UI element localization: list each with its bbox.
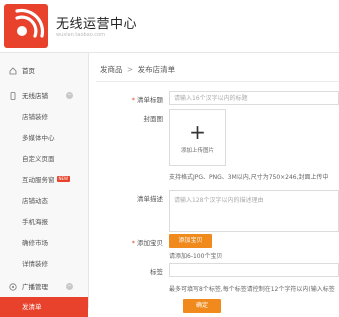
- sidebar: 首页 无线店铺 − 店铺装修 多媒体中心 自定义页面 互动服务窗 NEW 店铺动态…: [0, 53, 89, 317]
- broadcast-icon: [9, 283, 17, 291]
- new-badge: NEW: [56, 176, 70, 182]
- plus-icon: +: [189, 120, 206, 144]
- required-mark: *: [131, 96, 135, 104]
- title-label: * 清单标题: [101, 94, 163, 104]
- sidebar-item-label: 确修市场: [22, 239, 48, 247]
- sidebar-item-home[interactable]: 首页: [0, 61, 88, 81]
- sidebar-item-label: 自定义页面: [22, 155, 55, 163]
- collapse-toggle-icon[interactable]: −: [66, 92, 73, 99]
- sidebar-item-label-wrap: 互动服务窗 NEW: [22, 170, 70, 190]
- sidebar-item-label: 手机海报: [22, 218, 48, 226]
- sidebar-item-interactive-service[interactable]: 互动服务窗 NEW: [0, 170, 88, 190]
- phone-icon: [10, 92, 16, 100]
- upload-label: 添加上传图片: [180, 148, 214, 154]
- sidebar-item-label: 无线店铺: [22, 92, 48, 100]
- breadcrumb-current: 发布店清单: [137, 65, 176, 74]
- desc-textarea[interactable]: 请输入128个汉字以内的描述理由: [169, 190, 339, 232]
- title-label-text: 清单标题: [137, 96, 163, 104]
- items-label: * 添加宝贝: [101, 237, 163, 247]
- sidebar-item-post-list[interactable]: 发清单: [0, 297, 88, 317]
- home-icon: [9, 67, 17, 75]
- sidebar-item-market[interactable]: 确修市场: [0, 233, 88, 253]
- sidebar-item-label: 店铺装修: [22, 113, 48, 121]
- cover-upload-box[interactable]: + 添加上传图片: [169, 109, 226, 166]
- sidebar-item-shop-decoration[interactable]: 店铺装修: [0, 107, 88, 127]
- title-input[interactable]: 请输入16个汉字以内的标题: [169, 91, 339, 105]
- divider: [96, 81, 339, 82]
- app-subtitle: wuxian.taobao.com: [56, 32, 105, 38]
- wifi-logo-icon: [15, 8, 45, 38]
- sidebar-item-label: 广播管理: [22, 283, 48, 291]
- sidebar-item-media-center[interactable]: 多媒体中心: [0, 128, 88, 148]
- cover-hint: 支持格式JPG、PNG、3M以内,尺寸为750×246,封面上传中: [169, 174, 329, 181]
- sidebar-item-label: 发清单: [22, 303, 42, 311]
- app-title: 无线运营中心: [56, 17, 138, 32]
- items-hint: 请添加6-100个宝贝: [169, 253, 223, 260]
- items-label-text: 添加宝贝: [137, 239, 163, 247]
- sidebar-item-detail-decoration[interactable]: 详情装修: [0, 254, 88, 274]
- cover-label: 封面图: [143, 115, 164, 123]
- sidebar-item-label: 首页: [22, 67, 35, 75]
- breadcrumb-parent[interactable]: 发商品: [100, 65, 123, 74]
- sidebar-item-shop-news[interactable]: 店铺动态: [0, 191, 88, 211]
- sidebar-item-broadcast[interactable]: 广播管理 −: [0, 277, 88, 297]
- sidebar-item-label: 多媒体中心: [22, 134, 55, 142]
- tags-input[interactable]: [169, 263, 339, 277]
- sidebar-item-custom-page[interactable]: 自定义页面: [0, 149, 88, 169]
- breadcrumb: 发商品 > 发布店清单: [100, 64, 175, 75]
- collapse-toggle-icon[interactable]: −: [66, 283, 73, 290]
- top-header: 无线运营中心 wuxian.taobao.com: [0, 0, 339, 53]
- sidebar-item-mobile-poster[interactable]: 手机海报: [0, 212, 88, 232]
- sidebar-item-label: 互动服务窗: [22, 176, 55, 184]
- confirm-button[interactable]: 确定: [183, 299, 221, 313]
- desc-label: 清单描述: [137, 195, 163, 203]
- add-items-button[interactable]: 添加宝贝: [169, 234, 212, 248]
- required-mark: *: [131, 239, 135, 247]
- breadcrumb-separator: >: [126, 65, 134, 74]
- sidebar-item-label: 店铺动态: [22, 197, 48, 205]
- tags-label: 标签: [150, 268, 163, 276]
- sidebar-item-wireless-shop[interactable]: 无线店铺 −: [0, 86, 88, 106]
- app-logo[interactable]: [4, 4, 48, 48]
- tags-hint: 最多可填写8个标签,每个标签请控制在12个字符以内(输入标签: [169, 286, 335, 293]
- sidebar-item-label: 详情装修: [22, 260, 48, 268]
